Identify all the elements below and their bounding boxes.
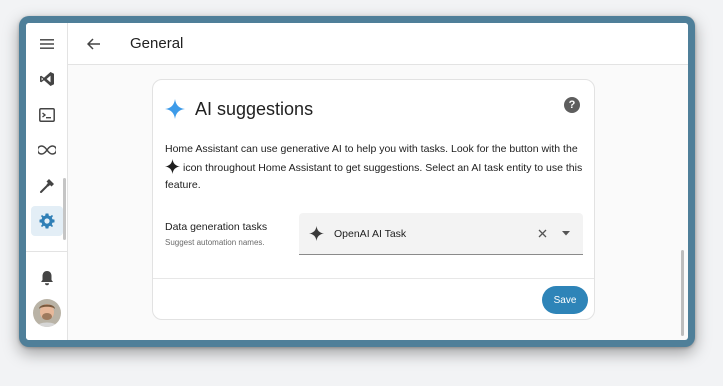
terminal-icon: [39, 108, 55, 122]
sidebar: [26, 23, 68, 340]
avatar: [33, 299, 61, 327]
sparkle-icon: [165, 99, 185, 119]
bell-icon: [41, 271, 53, 286]
hammer-icon: [40, 179, 54, 193]
field-sublabel: Suggest automation names.: [165, 238, 265, 247]
sparkle-inline-icon: [165, 158, 180, 174]
sidebar-divider: [26, 251, 67, 252]
help-button[interactable]: ?: [564, 97, 580, 113]
arrow-left-icon: [87, 37, 100, 50]
ai-suggestions-card: AI suggestions ? Home Assistant can use …: [152, 79, 595, 320]
sidebar-scrollbar[interactable]: [63, 178, 66, 240]
card-header: AI suggestions ?: [165, 94, 580, 124]
menu-button[interactable]: [31, 29, 63, 59]
user-avatar[interactable]: [33, 299, 61, 327]
sidebar-item-developer-tools[interactable]: [31, 171, 63, 201]
help-icon: ?: [568, 99, 576, 111]
description-text-2: icon throughout Home Assistant to get su…: [165, 161, 583, 192]
sidebar-item-vscode[interactable]: [31, 64, 63, 94]
vscode-icon: [40, 72, 54, 86]
sidebar-item-settings[interactable]: [31, 206, 63, 236]
ai-task-entity-select[interactable]: OpenAI AI Task: [299, 213, 583, 255]
description-text-1: Home Assistant can use generative AI to …: [165, 143, 578, 155]
screen: General AI suggestions ? Home Assistant …: [26, 23, 688, 340]
dropdown-toggle[interactable]: [557, 225, 575, 243]
card-divider: [153, 278, 594, 279]
save-button[interactable]: Save: [542, 286, 588, 314]
card-description: Home Assistant can use generative AI to …: [165, 141, 585, 195]
close-icon: [538, 229, 546, 238]
clear-selection-button[interactable]: [533, 225, 551, 243]
sidebar-item-terminal[interactable]: [31, 100, 63, 130]
top-bar: General: [68, 23, 688, 65]
main-scrollbar[interactable]: [681, 250, 684, 336]
back-button[interactable]: [74, 24, 114, 64]
infinity-icon: [38, 145, 56, 155]
select-value: OpenAI AI Task: [334, 227, 407, 240]
select-sparkle-icon-wrap: [309, 226, 324, 241]
card-title: AI suggestions: [195, 98, 314, 119]
app-window: General AI suggestions ? Home Assistant …: [19, 16, 695, 347]
sidebar-item-infinity[interactable]: [31, 135, 63, 165]
main-content: AI suggestions ? Home Assistant can use …: [68, 65, 688, 340]
page-title: General: [130, 35, 184, 52]
caret-down-icon: [562, 231, 570, 236]
field-label: Data generation tasks: [165, 221, 268, 233]
sidebar-item-notifications[interactable]: [31, 263, 63, 293]
menu-icon: [40, 39, 54, 49]
gear-icon: [39, 213, 55, 229]
sparkle-icon: [309, 226, 324, 241]
